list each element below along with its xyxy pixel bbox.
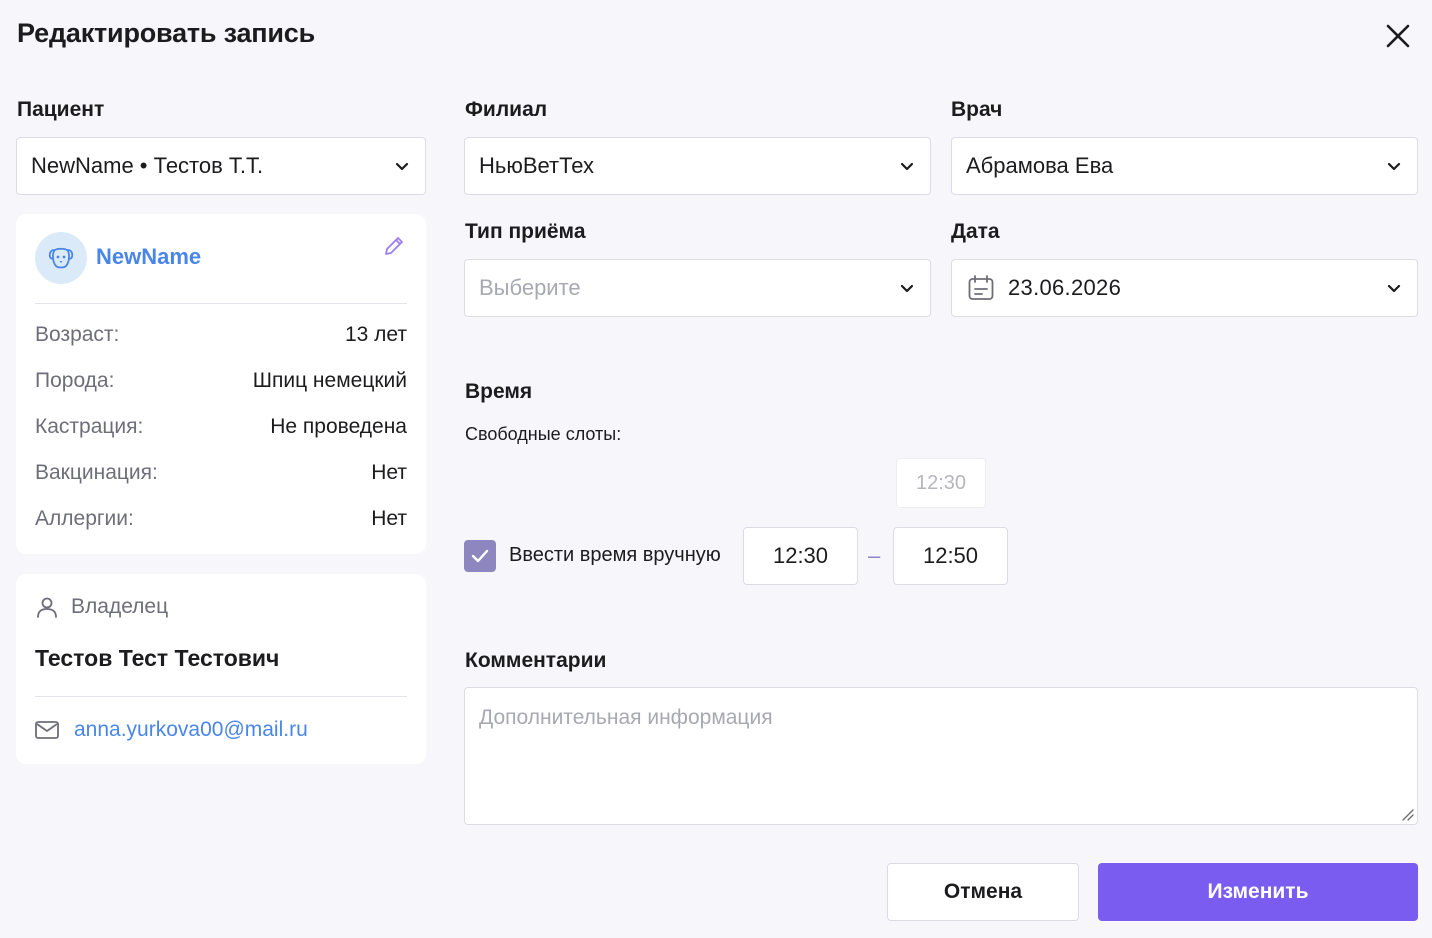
owner-name: Тестов Тест Тестович — [35, 645, 280, 671]
comments-placeholder: Дополнительная информация — [479, 706, 773, 729]
submit-button[interactable]: Изменить — [1098, 863, 1418, 921]
chevron-down-icon — [1385, 157, 1403, 175]
time-separator: – — [868, 543, 881, 568]
branch-select-value: НьюВетТех — [479, 153, 595, 178]
allergies-value: Нет — [371, 507, 407, 530]
appointment-type-placeholder: Выберите — [479, 275, 581, 300]
time-slot[interactable]: 12:30 — [896, 458, 986, 508]
manual-time-checkbox[interactable] — [464, 540, 496, 572]
close-button[interactable] — [1380, 18, 1416, 54]
comments-textarea[interactable]: Дополнительная информация — [464, 687, 1418, 825]
chevron-down-icon — [898, 157, 916, 175]
owner-divider — [35, 696, 407, 697]
vaccination-label: Вакцинация: — [35, 461, 158, 484]
time-to-input[interactable]: 12:50 — [893, 527, 1008, 585]
chevron-down-icon — [1385, 279, 1403, 297]
patient-label: Пациент — [17, 98, 105, 121]
owner-email-link[interactable]: anna.yurkova00@mail.ru — [74, 718, 308, 742]
allergies-label: Аллергии: — [35, 507, 134, 530]
modal-title: Редактировать запись — [17, 18, 316, 48]
chevron-down-icon — [898, 279, 916, 297]
calendar-icon — [966, 273, 996, 303]
date-label: Дата — [951, 220, 1000, 243]
branch-label: Филиал — [465, 98, 548, 121]
free-slots-label: Свободные слоты: — [465, 424, 622, 444]
patient-card: NewName Возраст: 13 лет Порода: Шпиц нем… — [16, 214, 426, 554]
user-icon — [35, 595, 61, 621]
checkmark-icon — [471, 549, 489, 563]
age-value: 13 лет — [344, 323, 407, 346]
branch-select[interactable]: НьюВетТех — [464, 137, 931, 195]
doctor-select-value: Абрамова Ева — [966, 153, 1114, 178]
manual-time-label: Ввести время вручную — [509, 544, 721, 566]
cancel-button[interactable]: Отмена — [887, 863, 1079, 921]
breed-value: Шпиц немецкий — [252, 369, 407, 392]
breed-label: Порода: — [35, 369, 115, 392]
close-icon — [1386, 24, 1410, 48]
age-label: Возраст: — [35, 323, 120, 346]
card-divider — [35, 303, 407, 304]
avatar — [35, 232, 87, 284]
vaccination-value: Нет — [371, 461, 407, 484]
time-heading: Время — [465, 380, 533, 403]
appointment-type-select[interactable]: Выберите — [464, 259, 931, 317]
date-picker[interactable]: 23.06.2026 — [951, 259, 1418, 317]
pencil-icon — [385, 237, 403, 255]
date-value: 23.06.2026 — [1008, 275, 1122, 300]
patient-select[interactable]: NewName • Тестов Т.Т. — [16, 137, 426, 195]
castration-value: Не проведена — [270, 415, 407, 438]
edit-pet-button[interactable] — [382, 234, 408, 260]
pet-name-link[interactable]: NewName — [96, 244, 201, 270]
owner-card: Владелец Тестов Тест Тестович anna.yurko… — [16, 574, 426, 764]
castration-label: Кастрация: — [35, 415, 144, 438]
chevron-down-icon — [393, 157, 411, 175]
dog-icon — [48, 247, 74, 269]
doctor-label: Врач — [951, 98, 1003, 121]
appointment-type-label: Тип приёма — [465, 220, 586, 243]
mail-icon — [35, 721, 61, 741]
resize-handle-icon[interactable] — [1400, 807, 1414, 821]
time-from-input[interactable]: 12:30 — [743, 527, 858, 585]
comments-label: Комментарии — [465, 649, 607, 672]
patient-select-value: NewName • Тестов Т.Т. — [31, 153, 264, 178]
owner-heading: Владелец — [71, 595, 169, 618]
doctor-select[interactable]: Абрамова Ева — [951, 137, 1418, 195]
